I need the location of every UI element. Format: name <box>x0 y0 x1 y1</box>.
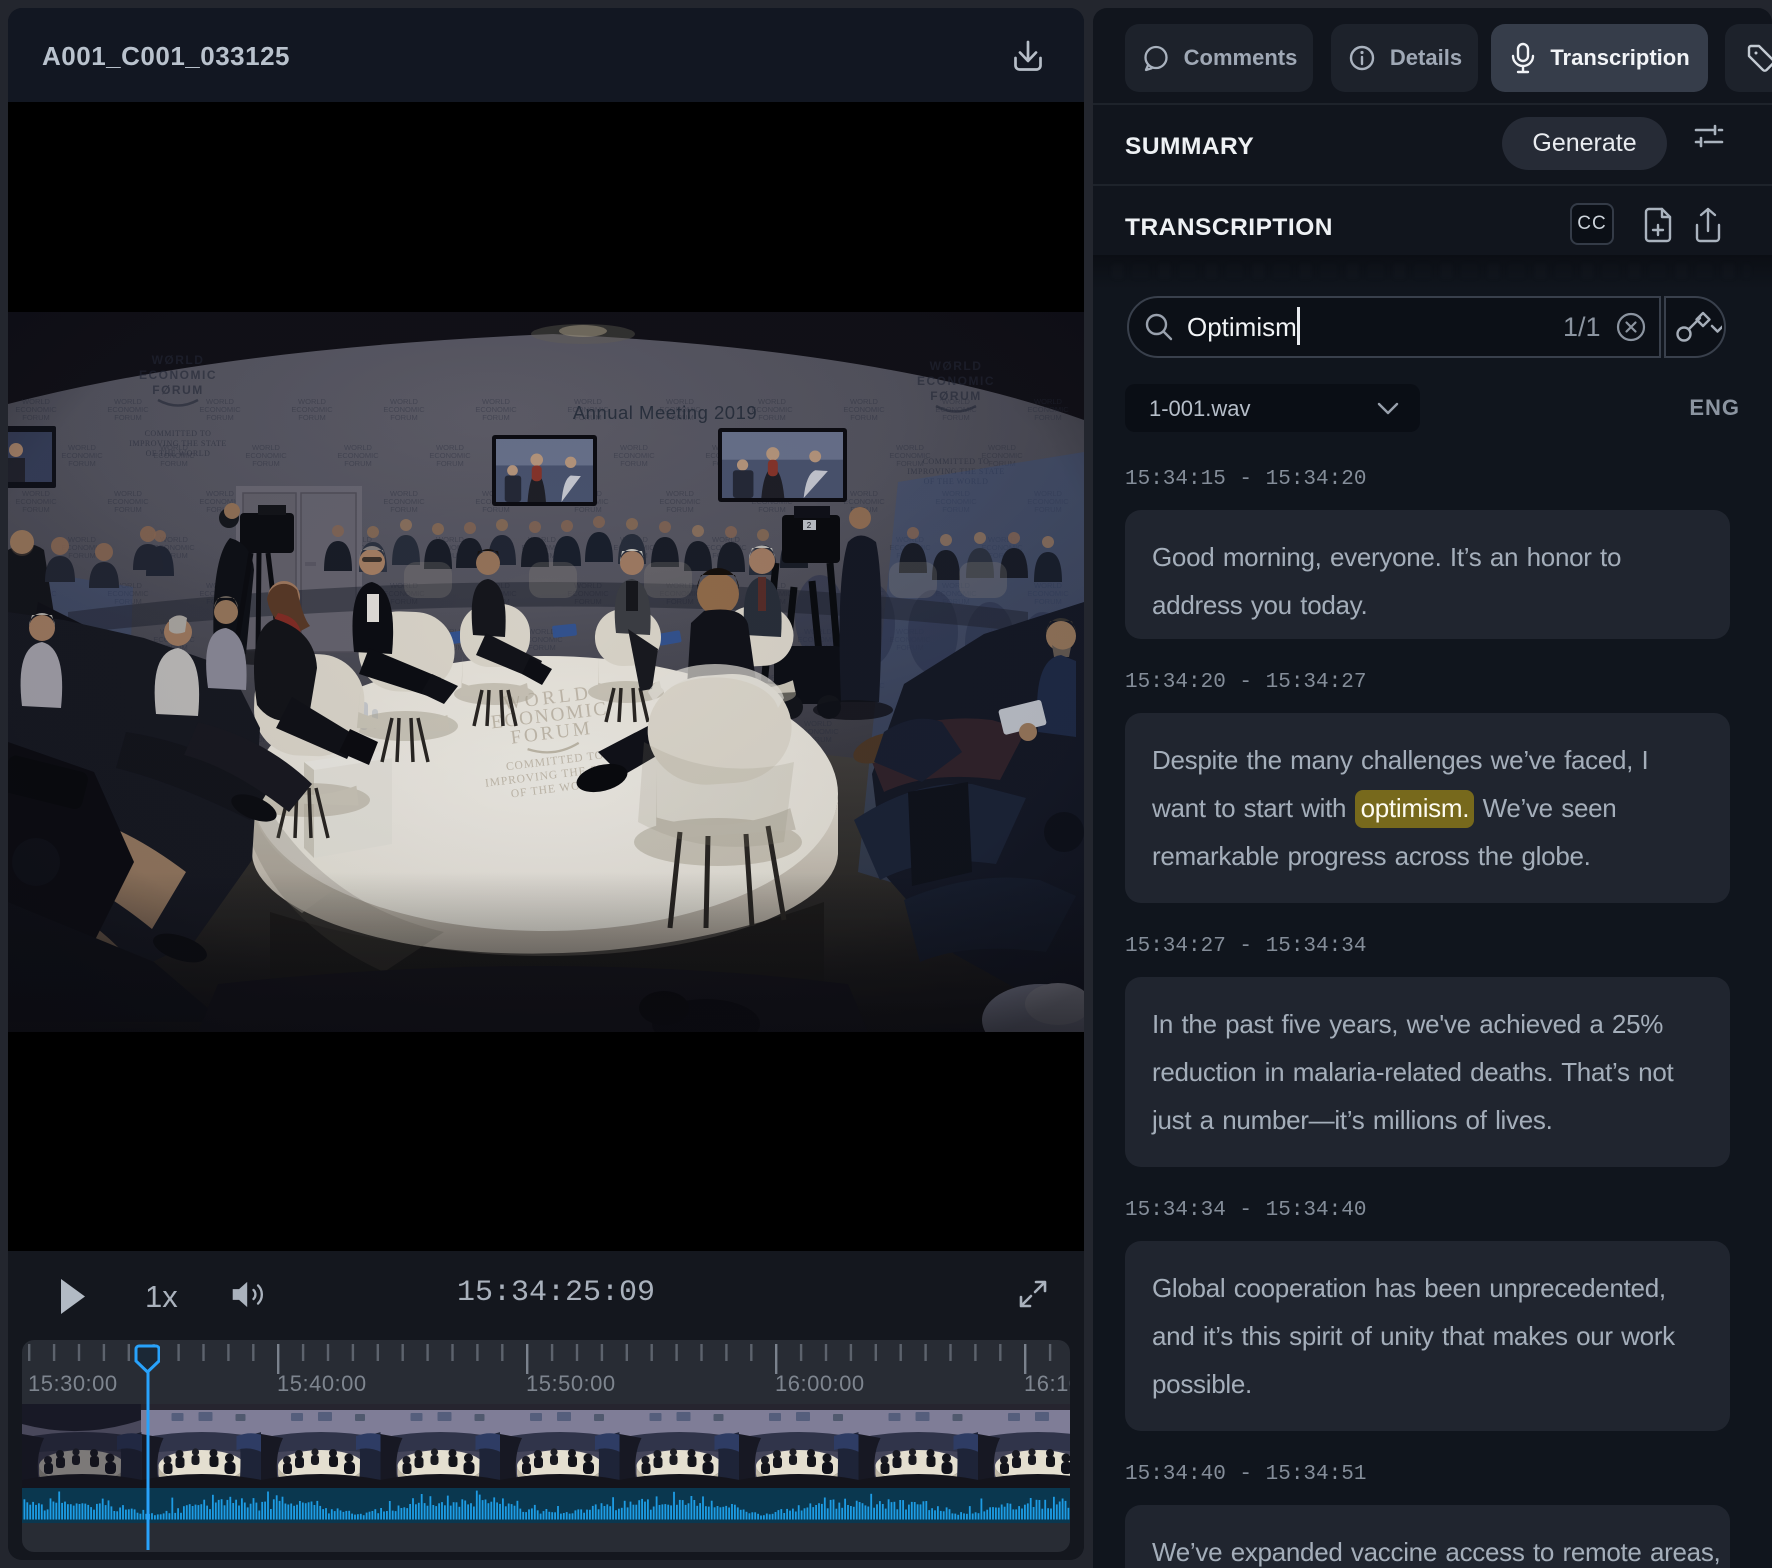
svg-text:15:40:00: 15:40:00 <box>277 1371 367 1396</box>
svg-text:15:30:00: 15:30:00 <box>28 1371 118 1396</box>
svg-text:15:50:00: 15:50:00 <box>526 1371 616 1396</box>
svg-text:16:00:00: 16:00:00 <box>775 1371 865 1396</box>
svg-text:16:10:00: 16:10:00 <box>1024 1371 1070 1396</box>
